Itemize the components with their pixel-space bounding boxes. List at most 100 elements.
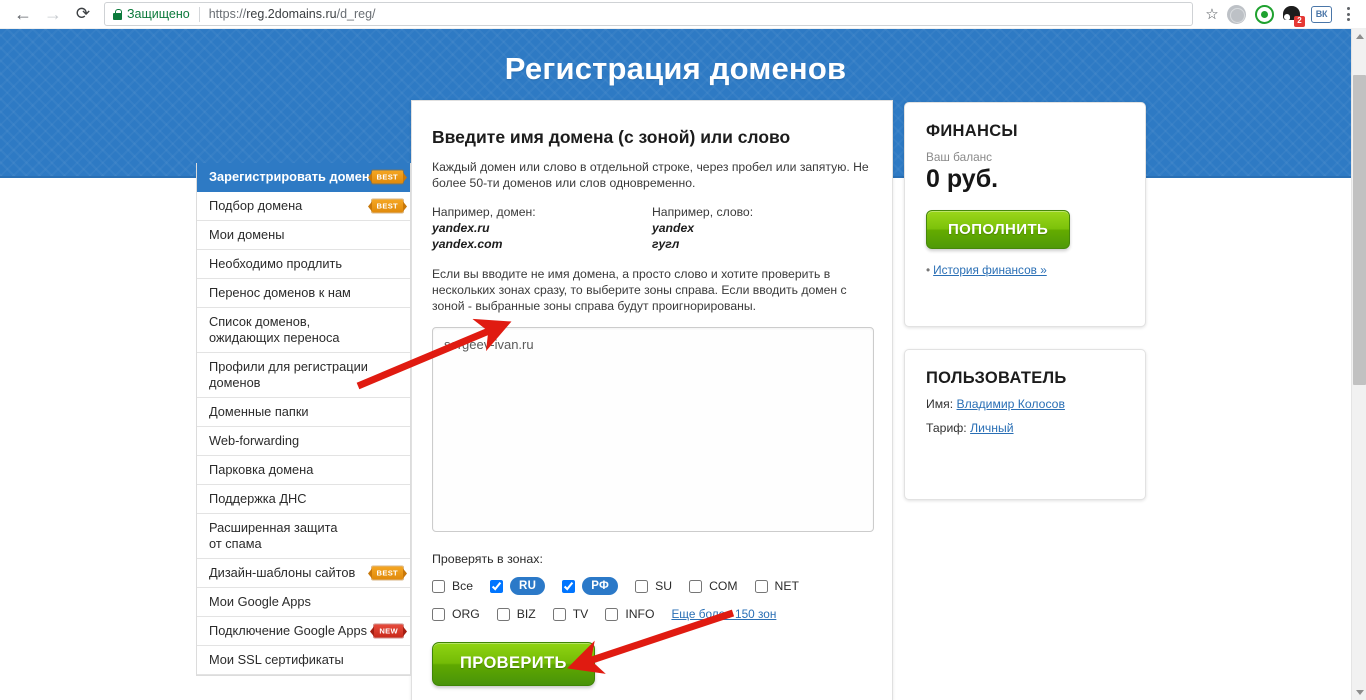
page-content: Регистрация доменов Зарегистрировать дом… <box>0 29 1351 700</box>
browser-toolbar: ← → ⟳ Защищено https://reg.2domains.ru/d… <box>0 0 1366 29</box>
sidebar-item-11[interactable]: Расширенная защита от спама <box>197 514 410 559</box>
finance-card-title: ФИНАНСЫ <box>926 122 1018 140</box>
url-path: /d_reg/ <box>336 7 376 21</box>
zone-checkbox-рф[interactable] <box>562 579 576 593</box>
finance-history-link[interactable]: История финансов » <box>933 263 1047 277</box>
dark-mask-extension-icon[interactable]: 2 <box>1283 5 1305 27</box>
zone-label-все: Все <box>452 579 474 593</box>
example-domain-label: Например, домен: <box>432 205 536 219</box>
sidebar-item-5[interactable]: Список доменов, ожидающих переноса <box>197 308 410 353</box>
omnibox-divider <box>198 6 200 22</box>
sidebar-item-1[interactable]: Подбор домена BEST <box>197 192 410 221</box>
sidebar-item-12[interactable]: Дизайн-шаблоны сайтов BEST <box>197 559 410 588</box>
zone-option-com[interactable]: COM <box>689 579 738 593</box>
zone-option-org[interactable]: ORG <box>432 607 480 621</box>
sidebar-badge-best-icon: BEST <box>367 566 408 580</box>
panel-intro-text: Каждый домен или слово в отдельной строк… <box>432 160 869 190</box>
reload-icon[interactable]: ⟳ <box>68 1 98 27</box>
zone-checkbox-su[interactable] <box>635 579 649 593</box>
page-title: Регистрация доменов <box>504 51 847 86</box>
zone-label-com: COM <box>709 579 738 593</box>
scrollbar-down-arrow-icon[interactable] <box>1352 685 1366 700</box>
user-tariff-link[interactable]: Личный <box>970 421 1013 435</box>
bookmark-star-icon[interactable]: ☆ <box>1199 2 1225 26</box>
address-bar[interactable]: Защищено https://reg.2domains.ru/d_reg/ <box>104 2 1193 26</box>
vk-extension-icon[interactable]: ВК <box>1311 5 1332 23</box>
sidebar-item-0[interactable]: Зарегистрировать домен BEST <box>197 163 410 192</box>
zone-label-ru: RU <box>510 577 546 595</box>
example-domain-column: Например, домен: yandex.ru yandex.com <box>432 204 652 252</box>
zone-label-info: INFO <box>625 607 655 621</box>
zone-checkbox-com[interactable] <box>689 579 703 593</box>
sidebar-item-14[interactable]: Подключение Google Apps NEW <box>197 617 410 646</box>
sidebar-item-label: Подбор домена <box>209 198 303 213</box>
scrollbar-up-arrow-icon[interactable] <box>1352 29 1366 44</box>
sidebar-item-10[interactable]: Поддержка ДНС <box>197 485 410 514</box>
bullet-icon: • <box>926 263 931 277</box>
finance-history-row: • История финансов » <box>926 263 1124 277</box>
three-dot-menu-icon[interactable] <box>1338 3 1358 25</box>
user-tariff-label: Тариф: <box>926 421 967 435</box>
sidebar-item-label: Расширенная защита от спама <box>209 520 338 551</box>
domain-search-panel: Введите имя домена (с зоной) или слово К… <box>411 100 893 700</box>
domain-input-textarea[interactable] <box>432 327 874 532</box>
back-arrow-icon[interactable]: ← <box>8 1 38 27</box>
sidebar-item-label: Web-forwarding <box>209 433 300 448</box>
user-name-row: Имя: Владимир Колосов <box>926 397 1124 411</box>
more-zones-link[interactable]: Еще более 150 зон <box>671 607 776 621</box>
sidebar-item-9[interactable]: Парковка домена <box>197 456 410 485</box>
zone-option-info[interactable]: INFO <box>605 607 654 621</box>
sidebar-badge-best-icon: BEST <box>367 199 408 213</box>
sidebar-badge-best-icon: BEST <box>367 170 408 184</box>
zone-checkbox-ru[interactable] <box>490 579 504 593</box>
balance-label: Ваш баланс <box>926 150 993 164</box>
zone-option-su[interactable]: SU <box>635 579 672 593</box>
check-button[interactable]: ПРОВЕРИТЬ <box>432 642 595 686</box>
zone-label-рф: РФ <box>582 577 619 595</box>
finance-card: ФИНАНСЫ Ваш баланс 0 руб. ПОПОЛНИТЬ • Ист… <box>904 102 1146 327</box>
scrollbar-thumb[interactable] <box>1353 75 1366 385</box>
zone-option-рф[interactable]: РФ <box>562 577 619 595</box>
sidebar-item-15[interactable]: Мои SSL сертификаты <box>197 646 410 675</box>
zone-option-net[interactable]: NET <box>754 579 799 593</box>
sidebar-item-label: Мои SSL сертификаты <box>209 652 344 667</box>
zone-checkbox-net[interactable] <box>754 579 768 593</box>
balance-value: 0 руб. <box>926 165 999 193</box>
sidebar-item-label: Профили для регистрации доменов <box>209 359 368 390</box>
sidebar-item-13[interactable]: Мои Google Apps <box>197 588 410 617</box>
extension-icon-group: 2 ВК <box>1227 4 1336 27</box>
sidebar-item-8[interactable]: Web-forwarding <box>197 427 410 456</box>
sidebar-item-6[interactable]: Профили для регистрации доменов <box>197 353 410 398</box>
topup-button[interactable]: ПОПОЛНИТЬ <box>926 210 1071 249</box>
sidebar-item-7[interactable]: Доменные папки <box>197 398 410 427</box>
forward-arrow-icon[interactable]: → <box>38 1 68 27</box>
security-label: Защищено <box>127 7 190 21</box>
zone-checkbox-tv[interactable] <box>552 607 566 621</box>
sidebar-item-3[interactable]: Необходимо продлить <box>197 250 410 279</box>
sidebar-item-4[interactable]: Перенос доменов к нам <box>197 279 410 308</box>
globe-extension-icon[interactable] <box>1227 4 1246 24</box>
sidebar-item-label: Мои домены <box>209 227 285 242</box>
example-domain-value-1: yandex.ru <box>432 221 490 235</box>
zone-option-tv[interactable]: TV <box>552 607 588 621</box>
example-word-value-1: yandex <box>652 221 695 235</box>
zone-checkbox-info[interactable] <box>605 607 619 621</box>
zone-option-biz[interactable]: BIZ <box>496 607 536 621</box>
zone-checkbox-biz[interactable] <box>496 607 510 621</box>
zone-option-все[interactable]: Все <box>432 579 473 593</box>
zone-option-ru[interactable]: RU <box>490 577 546 595</box>
user-tariff-row: Тариф: Личный <box>926 421 1124 435</box>
sidebar-item-label: Зарегистрировать домен <box>209 169 370 184</box>
zone-checkbox-org[interactable] <box>432 607 445 621</box>
sidebar-item-2[interactable]: Мои домены <box>197 221 410 250</box>
zone-checkbox-row-2: ORG BIZ TV INFO Еще более 150 зон <box>432 607 872 621</box>
lock-icon <box>113 8 122 20</box>
sidebar-item-label: Поддержка ДНС <box>209 491 307 506</box>
user-card-title: ПОЛЬЗОВАТЕЛЬ <box>926 369 1067 387</box>
page-scrollbar[interactable] <box>1351 29 1366 700</box>
green-record-extension-icon[interactable] <box>1255 4 1274 24</box>
user-name-link[interactable]: Владимир Колосов <box>957 397 1065 411</box>
user-card: ПОЛЬЗОВАТЕЛЬ Имя: Владимир Колосов Тариф… <box>904 349 1146 500</box>
zone-label-biz: BIZ <box>516 607 536 621</box>
zone-checkbox-все[interactable] <box>432 579 445 593</box>
